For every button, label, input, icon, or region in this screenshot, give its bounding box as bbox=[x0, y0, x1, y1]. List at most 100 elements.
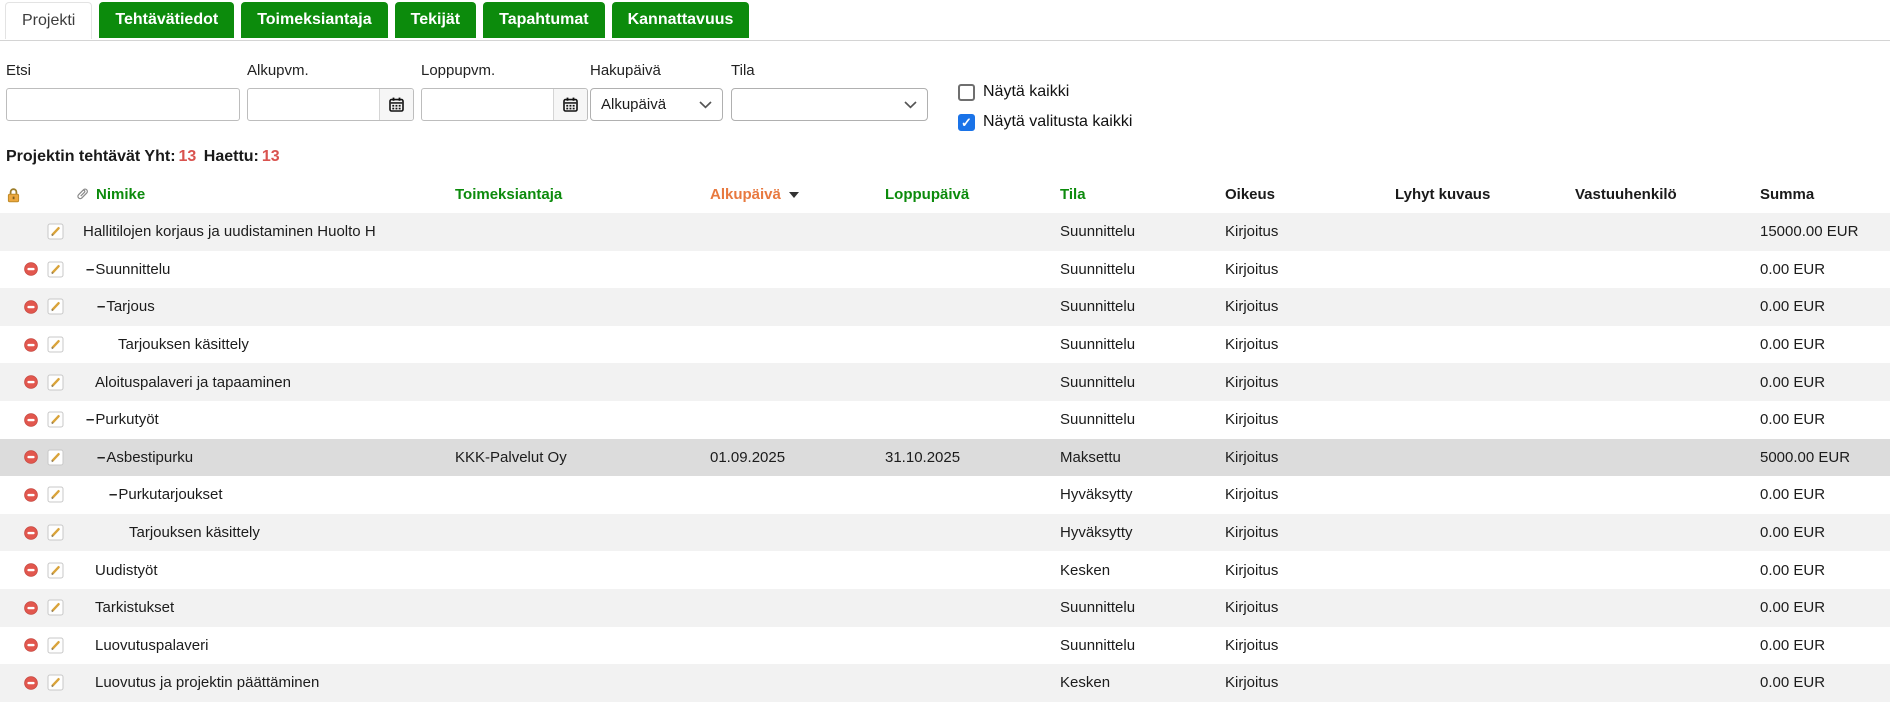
edit-pencil-icon[interactable] bbox=[47, 223, 64, 240]
start-date-cell: 01.09.2025 bbox=[710, 448, 786, 466]
edit-pencil-icon[interactable] bbox=[47, 674, 64, 691]
delete-icon[interactable] bbox=[24, 563, 38, 577]
tab-toimeksiantaja[interactable]: Toimeksiantaja bbox=[241, 2, 388, 38]
status-cell: Hyväksytty bbox=[1060, 524, 1133, 542]
calendar-icon[interactable] bbox=[553, 89, 587, 120]
table-row[interactable]: – Purkutyöt Suunnittelu Kirjoitus 0.00 EU… bbox=[0, 400, 1890, 439]
column-header-tila[interactable]: Tila bbox=[1060, 186, 1086, 203]
tab-tehtavatiedot[interactable]: Tehtävätiedot bbox=[99, 2, 235, 38]
delete-icon[interactable] bbox=[24, 638, 38, 653]
search-input[interactable] bbox=[7, 89, 239, 120]
sum-cell: 0.00 EUR bbox=[1760, 674, 1826, 692]
table-row[interactable]: Luovutus ja projektin päättäminen Kesken… bbox=[0, 664, 1890, 702]
task-name: Aloituspalaveri ja tapaaminen bbox=[95, 373, 291, 391]
task-name: Tarjouksen käsittely bbox=[129, 524, 260, 542]
table-row[interactable]: – Asbestipurku KKK-Palvelut Oy 01.09.2025… bbox=[0, 438, 1890, 477]
end-date-cell: 31.10.2025 bbox=[885, 448, 961, 466]
status-filter-select[interactable] bbox=[731, 88, 928, 121]
task-name: Luovutuspalaveri bbox=[95, 636, 209, 654]
column-header-nimike[interactable]: Nimike bbox=[96, 186, 145, 203]
column-header-summa[interactable]: Summa bbox=[1760, 186, 1814, 203]
tab-tapahtumat[interactable]: Tapahtumat bbox=[483, 2, 605, 38]
tab-tekijat[interactable]: Tekijät bbox=[394, 2, 477, 38]
sum-cell: 0.00 EUR bbox=[1760, 486, 1826, 504]
show-all-of-selection-checkbox[interactable]: ✓ bbox=[958, 113, 975, 131]
delete-icon[interactable] bbox=[24, 525, 38, 540]
table-row[interactable]: Aloituspalaveri ja tapaaminen Suunnittel… bbox=[0, 363, 1890, 401]
table-row[interactable]: – Tarjous Suunnittelu Kirjoitus 0.00 EUR bbox=[0, 288, 1890, 326]
permission-cell: Kirjoitus bbox=[1225, 636, 1279, 654]
edit-pencil-icon[interactable] bbox=[47, 524, 64, 541]
start-date-input[interactable] bbox=[248, 89, 379, 120]
edit-pencil-icon[interactable] bbox=[47, 599, 64, 616]
delete-icon[interactable] bbox=[24, 375, 38, 389]
start-date-label: Alkupvm. bbox=[247, 62, 309, 79]
permission-cell: Kirjoitus bbox=[1225, 260, 1279, 278]
task-name: Tarjous bbox=[106, 298, 155, 316]
collapse-indicator[interactable]: – bbox=[97, 298, 105, 315]
edit-pencil-icon[interactable] bbox=[47, 449, 64, 466]
permission-cell: Kirjoitus bbox=[1225, 486, 1279, 504]
table-row[interactable]: – Purkutarjoukset Hyväksytty Kirjoitus 0.… bbox=[0, 476, 1890, 514]
end-date-label: Loppupvm. bbox=[421, 62, 496, 79]
status-cell: Suunnittelu bbox=[1060, 223, 1136, 241]
end-date-input[interactable] bbox=[422, 89, 553, 120]
column-header-toimeksiantaja[interactable]: Toimeksiantaja bbox=[455, 186, 562, 203]
status-cell: Maksettu bbox=[1060, 448, 1121, 466]
edit-pencil-icon[interactable] bbox=[47, 261, 64, 278]
delete-icon[interactable] bbox=[24, 337, 38, 352]
table-body: Hallitilojen korjaus ja uudistaminen Huo… bbox=[0, 213, 1890, 702]
show-all-checkbox[interactable] bbox=[958, 83, 975, 101]
permission-cell: Kirjoitus bbox=[1225, 298, 1279, 316]
calendar-icon[interactable] bbox=[379, 89, 413, 120]
delete-icon[interactable] bbox=[24, 450, 38, 465]
status-cell: Suunnittelu bbox=[1060, 336, 1136, 354]
delete-icon[interactable] bbox=[24, 600, 38, 615]
edit-pencil-icon[interactable] bbox=[47, 336, 64, 353]
column-header-lyhyt-kuvaus[interactable]: Lyhyt kuvaus bbox=[1395, 186, 1490, 203]
edit-pencil-icon[interactable] bbox=[47, 486, 64, 503]
collapse-indicator[interactable]: – bbox=[86, 411, 94, 428]
table-row[interactable]: Uudistyöt Kesken Kirjoitus 0.00 EUR bbox=[0, 551, 1890, 589]
column-header-loppupaiva[interactable]: Loppupäivä bbox=[885, 186, 969, 203]
search-date-select[interactable]: Alkupäivä bbox=[590, 88, 723, 121]
task-name: Purkutyöt bbox=[95, 411, 159, 429]
table-row[interactable]: Tarjouksen käsittely Hyväksytty Kirjoitu… bbox=[0, 513, 1890, 552]
table-row[interactable]: Tarkistukset Suunnittelu Kirjoitus 0.00 … bbox=[0, 588, 1890, 627]
sum-cell: 0.00 EUR bbox=[1760, 411, 1826, 429]
sum-cell: 0.00 EUR bbox=[1760, 336, 1826, 354]
task-name: Tarjouksen käsittely bbox=[118, 336, 249, 354]
fetched-count: 13 bbox=[261, 148, 280, 165]
tab-projekti[interactable]: Projekti bbox=[5, 2, 93, 39]
collapse-indicator[interactable]: – bbox=[97, 449, 105, 466]
column-header-alkupaiva[interactable]: Alkupäivä bbox=[710, 186, 781, 203]
table-row[interactable]: Luovutuspalaveri Suunnittelu Kirjoitus 0… bbox=[0, 626, 1890, 665]
task-name: Purkutarjoukset bbox=[118, 486, 223, 504]
edit-pencil-icon[interactable] bbox=[47, 562, 64, 579]
edit-pencil-icon[interactable] bbox=[47, 374, 64, 391]
column-header-vastuuhenkilo[interactable]: Vastuuhenkilö bbox=[1575, 186, 1677, 203]
show-all-checkbox-row[interactable]: Näytä kaikki bbox=[958, 82, 1132, 102]
delete-icon[interactable] bbox=[24, 412, 38, 427]
edit-pencil-icon[interactable] bbox=[47, 637, 64, 654]
search-label: Etsi bbox=[6, 62, 32, 79]
show-all-of-selection-checkbox-row[interactable]: ✓ Näytä valitusta kaikki bbox=[958, 112, 1132, 132]
table-row[interactable]: Hallitilojen korjaus ja uudistaminen Huo… bbox=[0, 213, 1890, 251]
delete-icon[interactable] bbox=[24, 676, 38, 690]
edit-pencil-icon[interactable] bbox=[47, 298, 64, 315]
delete-icon[interactable] bbox=[24, 488, 38, 502]
chevron-down-icon bbox=[904, 100, 917, 109]
task-name: Luovutus ja projektin päättäminen bbox=[95, 674, 320, 692]
collapse-indicator[interactable]: – bbox=[86, 261, 94, 278]
collapse-indicator[interactable]: – bbox=[109, 486, 117, 503]
delete-icon[interactable] bbox=[24, 300, 38, 314]
tab-kannattavuus[interactable]: Kannattavuus bbox=[611, 2, 750, 38]
lock-icon bbox=[6, 187, 21, 203]
table-row[interactable]: Tarjouksen käsittely Suunnittelu Kirjoit… bbox=[0, 325, 1890, 364]
table-row[interactable]: – Suunnittelu Suunnittelu Kirjoitus 0.00 … bbox=[0, 250, 1890, 289]
sort-desc-arrow[interactable] bbox=[788, 191, 799, 198]
search-date-label: Hakupäivä bbox=[590, 62, 661, 79]
delete-icon[interactable] bbox=[24, 262, 38, 277]
edit-pencil-icon[interactable] bbox=[47, 411, 64, 428]
column-header-oikeus[interactable]: Oikeus bbox=[1225, 186, 1275, 203]
